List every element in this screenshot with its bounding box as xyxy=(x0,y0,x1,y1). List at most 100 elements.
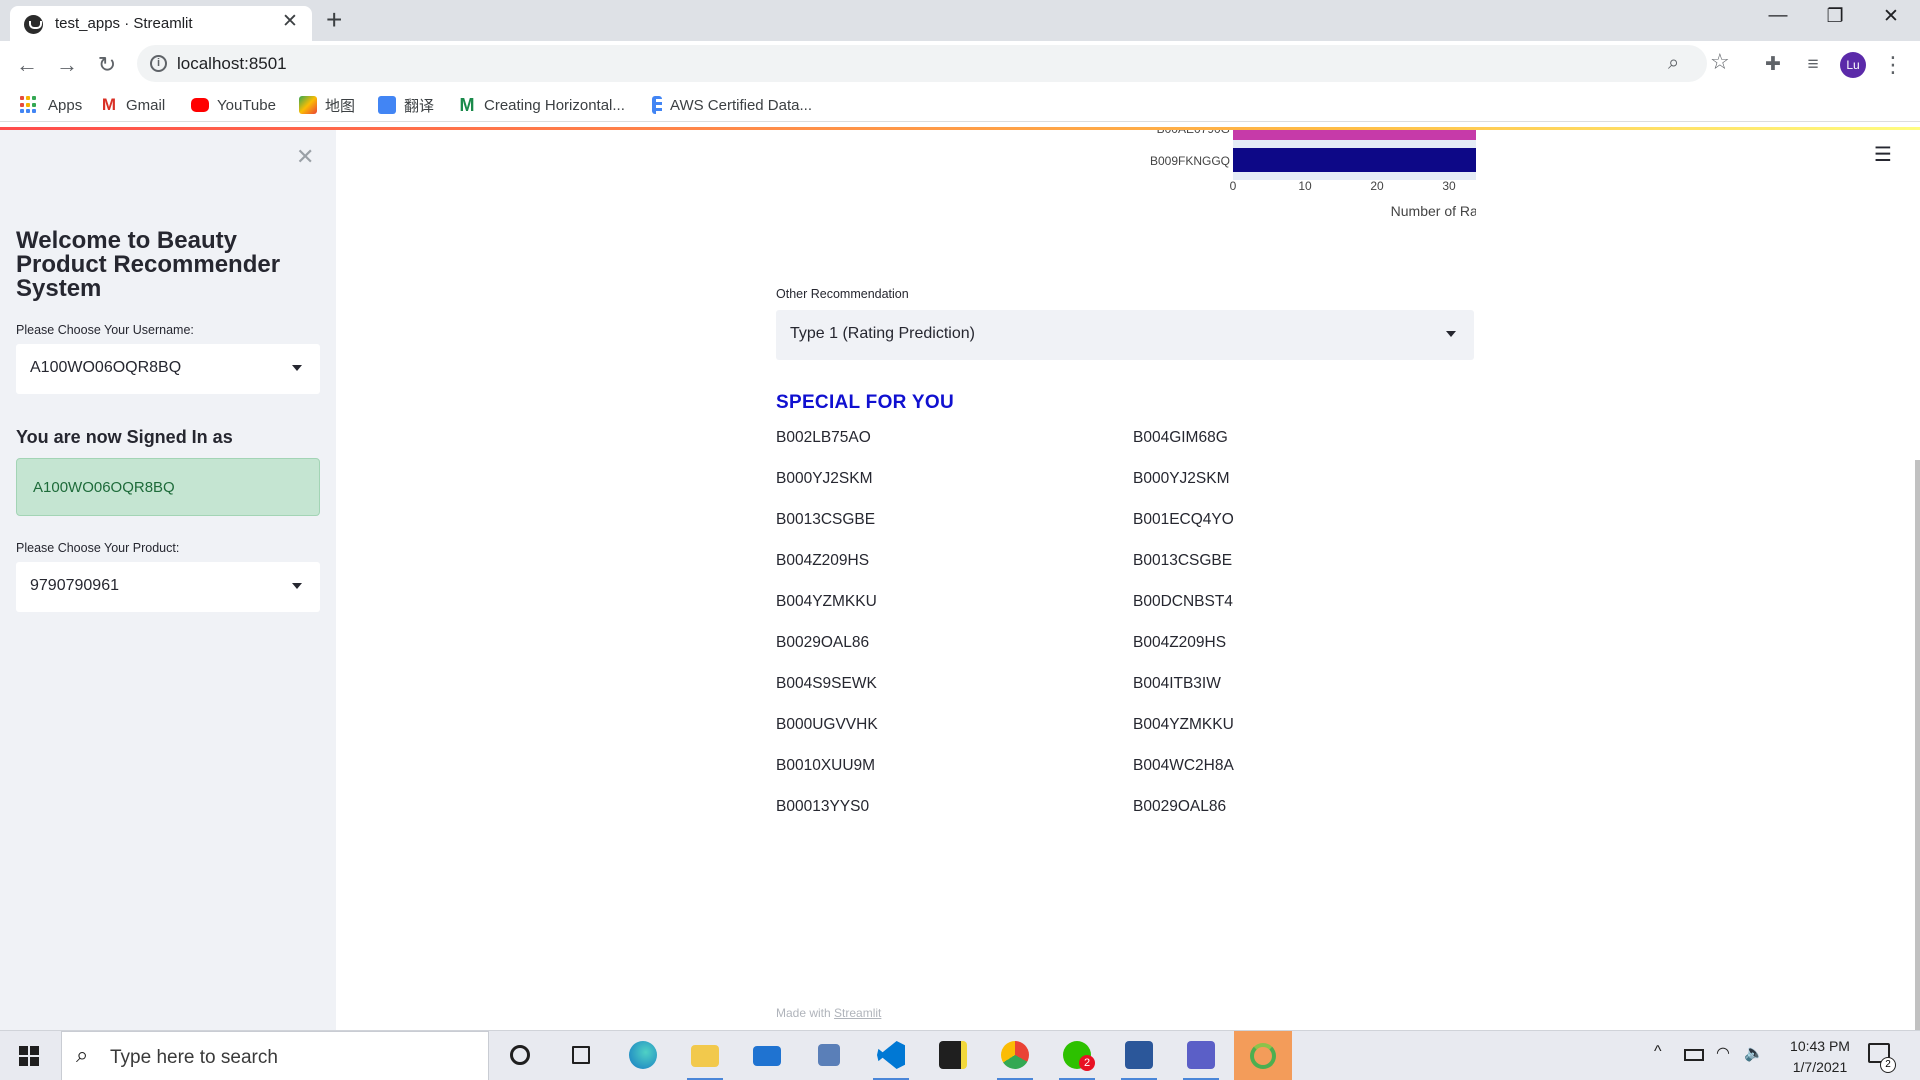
url-text[interactable]: localhost:8501 xyxy=(177,54,287,74)
bookmark-creating-horizontal[interactable]: M Creating Horizontal... xyxy=(458,94,625,116)
show-hidden-icons-chevron-icon[interactable]: ^ xyxy=(1654,1043,1662,1061)
loading-app-icon xyxy=(1250,1043,1276,1069)
bookmark-youtube[interactable]: YouTube xyxy=(191,94,276,116)
close-sidebar-icon[interactable]: ✕ xyxy=(296,144,314,170)
list-item: B00013YYS0 xyxy=(776,798,870,815)
caret-down-icon xyxy=(292,365,302,371)
main-content: ☰ B00AE0790GB009FKNGGQ0102030405060Numbe… xyxy=(336,130,1920,1030)
volume-icon[interactable]: 🔈 xyxy=(1744,1043,1764,1063)
list-item: B000YJ2SKM xyxy=(776,470,873,487)
bookmark-gmail[interactable]: M Gmail xyxy=(100,94,165,116)
list-item: B004WC2H8A xyxy=(1133,757,1234,774)
edge-icon[interactable] xyxy=(623,1037,663,1075)
restore-window-button[interactable]: ❐ xyxy=(1812,5,1858,28)
reload-icon[interactable]: ↻ xyxy=(92,50,122,80)
bookmark-translate[interactable]: 翻译 xyxy=(378,94,434,116)
footer-prefix: Made with xyxy=(776,1006,831,1020)
other-recommendation-select[interactable]: Type 1 (Rating Prediction) xyxy=(776,310,1474,360)
media-queue-icon[interactable]: ≡ xyxy=(1798,50,1828,80)
file-explorer-icon[interactable] xyxy=(685,1037,725,1080)
vscode-icon[interactable] xyxy=(871,1037,911,1080)
list-item: B004ITB3IW xyxy=(1133,675,1221,692)
browser-menu-icon[interactable]: ⋮ xyxy=(1878,50,1908,80)
list-item: B004Z209HS xyxy=(1133,634,1227,651)
list-item: B000UGVVHK xyxy=(776,716,878,733)
browser-tab-strip: test_apps · Streamlit ✕ + — ❐ ✕ xyxy=(0,0,1920,41)
list-item: B004YZMKKU xyxy=(1133,716,1234,733)
scrollbar[interactable] xyxy=(1915,460,1920,1030)
recommendation-list-right: B004GIM68G B000YJ2SKM B001ECQ4YO B0013CS… xyxy=(1133,429,1433,839)
streamlit-link[interactable]: Streamlit xyxy=(834,1006,881,1020)
hamburger-menu-icon[interactable]: ☰ xyxy=(1874,142,1892,167)
product-select[interactable]: 9790790961 xyxy=(16,562,320,612)
username-label: Please Choose Your Username: xyxy=(16,323,194,337)
forward-arrow-icon[interactable]: → xyxy=(52,50,82,80)
list-item: B0013CSGBE xyxy=(1133,552,1233,569)
tab-title: test_apps · Streamlit xyxy=(55,15,193,32)
list-item: B004GIM68G xyxy=(1133,429,1228,446)
recommendation-list-left: B002LB75AO B000YJ2SKM B0013CSGBE B004Z20… xyxy=(776,429,1076,839)
wifi-icon[interactable]: ◠ xyxy=(1716,1043,1730,1063)
chrome-icon[interactable] xyxy=(995,1037,1035,1080)
signed-in-heading: You are now Signed In as xyxy=(16,427,233,447)
battery-icon[interactable] xyxy=(1684,1049,1704,1061)
task-view-icon[interactable] xyxy=(561,1037,601,1075)
caret-down-icon xyxy=(292,583,302,589)
medium-icon: M xyxy=(459,95,475,115)
username-select[interactable]: A100WO06OQR8BQ xyxy=(16,344,320,394)
extensions-puzzle-icon[interactable]: ✚ xyxy=(1758,50,1788,80)
bookmark-label: AWS Certified Data... xyxy=(670,96,812,114)
list-item: B0029OAL86 xyxy=(776,634,870,651)
back-arrow-icon[interactable]: ← xyxy=(12,50,42,80)
bookmark-label: Apps xyxy=(48,96,83,114)
chart-category-label: B00AE0790G xyxy=(1157,130,1230,136)
bookmark-star-icon[interactable]: ☆ xyxy=(1710,49,1730,75)
list-item: B0029OAL86 xyxy=(1133,798,1227,815)
mail-icon[interactable] xyxy=(747,1037,787,1075)
close-window-button[interactable]: ✕ xyxy=(1868,5,1914,28)
address-bar[interactable]: i localhost:8501 ⌕ ☆ xyxy=(137,45,1730,82)
bookmark-label: 地图 xyxy=(325,97,356,115)
bookmark-apps[interactable]: Apps xyxy=(20,94,82,116)
list-item: B004YZMKKU xyxy=(776,593,877,610)
browser-tab[interactable]: test_apps · Streamlit ✕ xyxy=(10,6,312,41)
maps-icon xyxy=(299,96,317,114)
active-app-tile[interactable] xyxy=(1234,1031,1292,1080)
sidebar: ✕ Welcome to Beauty Product Recommender … xyxy=(0,130,336,1030)
wechat-icon[interactable]: 2 xyxy=(1057,1037,1097,1080)
profile-avatar[interactable]: Lu xyxy=(1840,52,1866,78)
new-tab-button[interactable]: + xyxy=(326,4,342,36)
teams-icon[interactable] xyxy=(1181,1037,1221,1080)
site-info-icon[interactable]: i xyxy=(150,55,167,72)
other-recommendation-label: Other Recommendation xyxy=(776,287,909,301)
list-item: B0013CSGBE xyxy=(776,511,876,528)
list-item: B004Z209HS xyxy=(776,552,870,569)
chart-bar xyxy=(1233,130,1476,140)
youtube-icon xyxy=(191,98,209,112)
list-item: B004S9SEWK xyxy=(776,675,877,692)
network-app-icon[interactable] xyxy=(809,1037,849,1075)
bookmark-aws[interactable]: AWS Certified Data... xyxy=(652,94,812,116)
ratings-bar-chart: B00AE0790GB009FKNGGQ0102030405060Number … xyxy=(1150,130,1476,219)
taskbar-search-box[interactable]: ⌕ Type here to search xyxy=(61,1031,489,1080)
cortana-icon[interactable] xyxy=(500,1037,540,1075)
username-select-value: A100WO06OQR8BQ xyxy=(30,359,182,376)
product-label: Please Choose Your Product: xyxy=(16,541,180,555)
clock-date: 1/7/2021 xyxy=(1792,1059,1848,1075)
clock-time: 10:43 PM xyxy=(1790,1038,1850,1054)
list-item: B001ECQ4YO xyxy=(1133,511,1234,528)
minimize-window-button[interactable]: — xyxy=(1755,5,1801,27)
signed-in-user: A100WO06OQR8BQ xyxy=(33,479,175,496)
windows-start-icon[interactable] xyxy=(19,1046,39,1066)
special-for-you-heading: SPECIAL FOR YOU xyxy=(776,392,954,413)
product-select-value: 9790790961 xyxy=(30,577,119,594)
sticky-notes-icon[interactable] xyxy=(933,1037,973,1075)
doc-icon xyxy=(652,96,662,114)
bookmark-maps[interactable]: 地图 xyxy=(299,94,355,116)
taskbar-search-placeholder: Type here to search xyxy=(110,1047,278,1068)
windows-taskbar: ⌕ Type here to search 2 ^ ◠ 🔈 10:43 PM 1… xyxy=(0,1030,1920,1080)
word-icon[interactable] xyxy=(1119,1037,1159,1080)
close-tab-icon[interactable]: ✕ xyxy=(282,12,298,32)
taskbar-clock[interactable]: 10:43 PM 1/7/2021 xyxy=(1780,1036,1860,1078)
zoom-icon[interactable]: ⌕ xyxy=(1668,52,1679,75)
